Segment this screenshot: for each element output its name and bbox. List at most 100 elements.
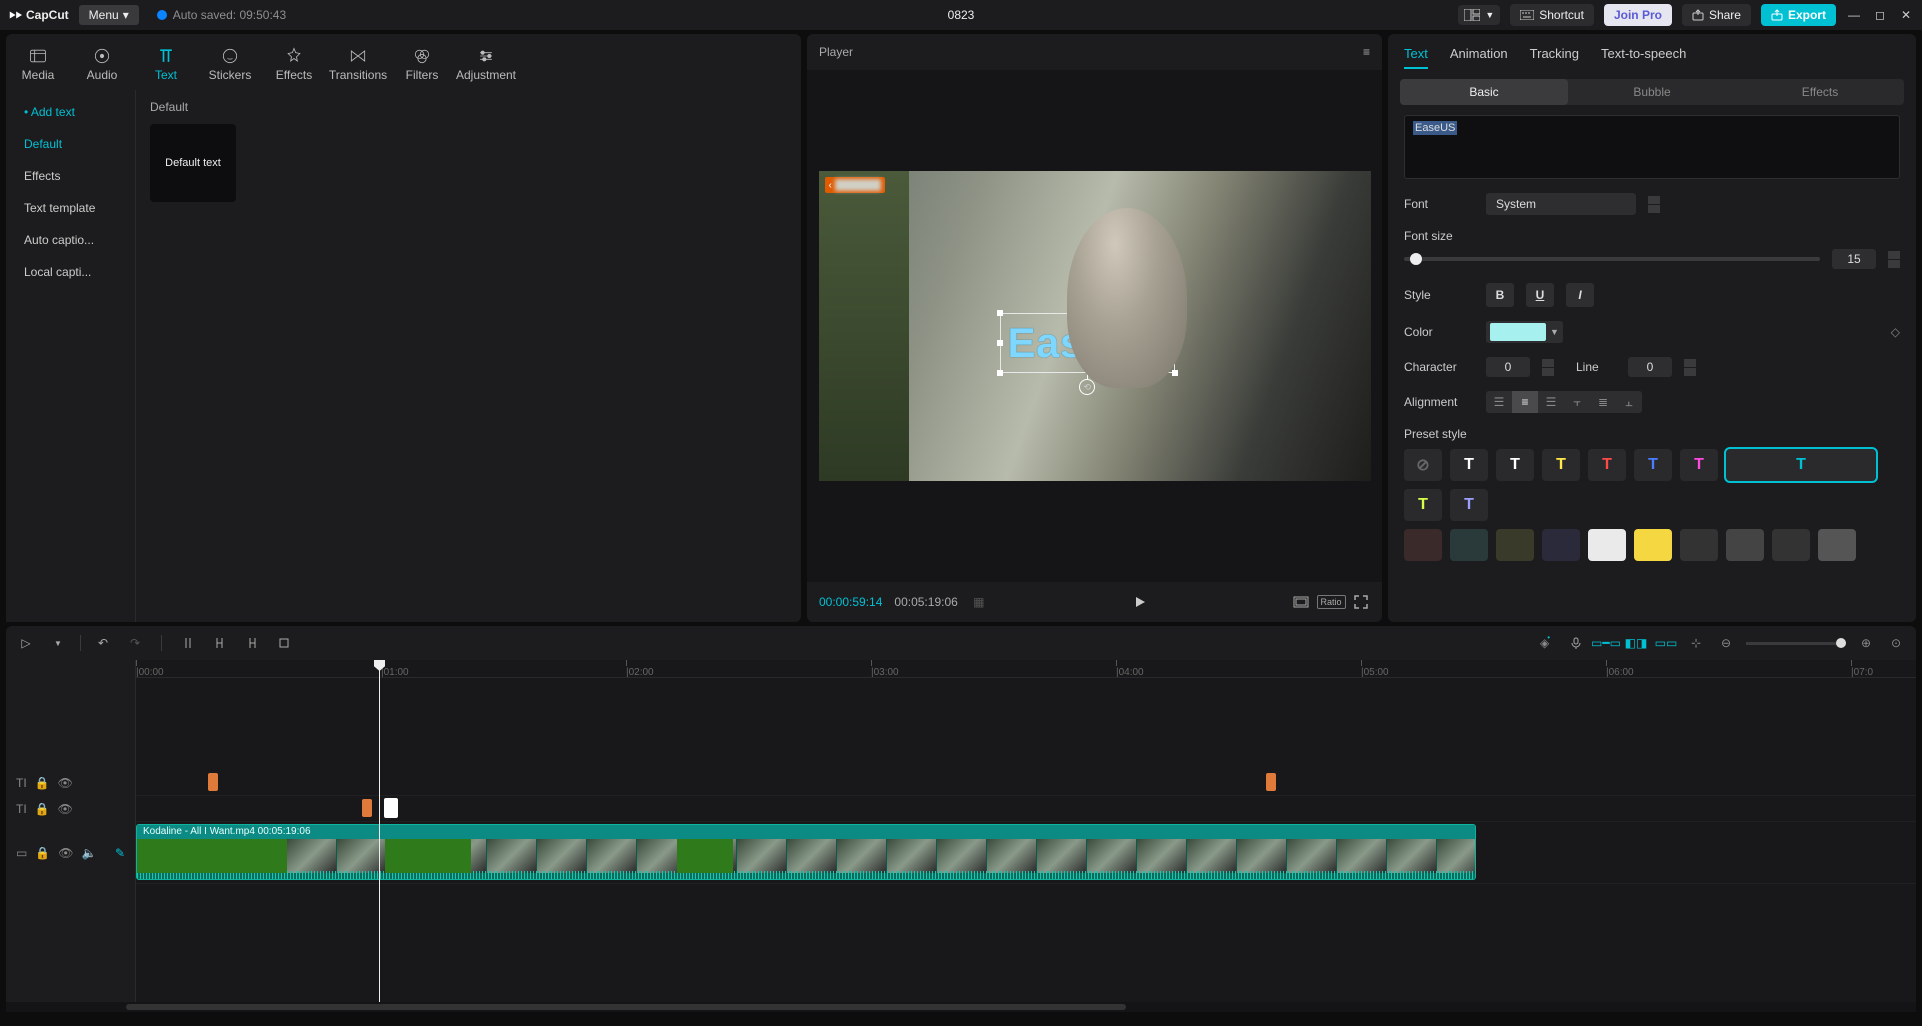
fontsize-value[interactable]: 15 <box>1832 249 1876 269</box>
align-v-mid[interactable]: ≣ <box>1590 391 1616 413</box>
text-clip-selected[interactable] <box>384 798 398 818</box>
tab-media[interactable]: Media <box>6 40 70 90</box>
zoom-slider[interactable] <box>1746 642 1846 645</box>
text-track-head-1[interactable]: TI 🔒 👁 <box>6 770 135 796</box>
line-stepper[interactable] <box>1684 359 1696 376</box>
resize-handle-tr[interactable] <box>1172 310 1178 316</box>
tab-stickers[interactable]: Stickers <box>198 40 262 90</box>
mute-icon[interactable]: 🔈 <box>82 846 97 860</box>
color-keyframe-icon[interactable]: ◇ <box>1891 325 1900 339</box>
sidebar-item-auto-captions[interactable]: Auto captio... <box>14 226 127 254</box>
trim-right-tool[interactable] <box>242 633 262 653</box>
split-tool[interactable] <box>178 633 198 653</box>
eye-icon[interactable]: 👁 <box>58 776 73 790</box>
sidebar-item-effects[interactable]: Effects <box>14 162 127 190</box>
close-button[interactable]: ✕ <box>1898 7 1914 23</box>
preset-style[interactable] <box>1680 529 1718 561</box>
preset-style[interactable] <box>1542 529 1580 561</box>
preset-style[interactable]: T <box>1680 449 1718 481</box>
preset-style[interactable] <box>1588 529 1626 561</box>
zoom-in[interactable]: ⊕ <box>1856 633 1876 653</box>
tab-adjustment[interactable]: Adjustment <box>454 40 518 90</box>
minimize-button[interactable]: — <box>1846 7 1862 23</box>
tab-transitions[interactable]: Transitions <box>326 40 390 90</box>
lock-icon[interactable]: 🔒 <box>35 776 50 790</box>
share-button[interactable]: Share <box>1682 4 1751 26</box>
trim-left-tool[interactable] <box>210 633 230 653</box>
join-pro-button[interactable]: Join Pro <box>1604 4 1672 26</box>
text-content-input[interactable]: EaseUS <box>1404 115 1900 179</box>
text-overlay[interactable]: EaseUS ⟲ <box>1004 317 1171 369</box>
sidebar-item-add-text[interactable]: • Add text <box>14 98 127 126</box>
subtab-bubble[interactable]: Bubble <box>1568 79 1736 105</box>
eye-icon[interactable]: 👁 <box>58 802 73 816</box>
preset-style[interactable] <box>1634 529 1672 561</box>
resize-handle-mr[interactable] <box>1172 340 1178 346</box>
default-text-thumb[interactable]: Default text <box>150 124 236 202</box>
preview-axis[interactable]: ⊹ <box>1686 633 1706 653</box>
undo-button[interactable]: ↶ <box>93 633 113 653</box>
maximize-button[interactable]: ◻ <box>1872 7 1888 23</box>
text-clip[interactable] <box>1266 773 1276 791</box>
zoom-fit[interactable]: ⊙ <box>1886 633 1906 653</box>
layout-button[interactable]: ▼ <box>1458 5 1500 25</box>
video-track[interactable]: Kodaline - All I Want.mp4 00:05:19:06 <box>136 822 1916 884</box>
align-left[interactable]: ☰ <box>1486 391 1512 413</box>
inspector-tab-animation[interactable]: Animation <box>1450 46 1508 69</box>
pointer-tool[interactable]: ▷ <box>16 633 36 653</box>
sidebar-item-text-template[interactable]: Text template <box>14 194 127 222</box>
resize-handle-bl[interactable] <box>997 370 1003 376</box>
align-v-bot[interactable]: ⫠ <box>1616 391 1642 413</box>
zoom-out[interactable]: ⊖ <box>1716 633 1736 653</box>
mic-tool[interactable] <box>1566 633 1586 653</box>
align-v-top[interactable]: ⫟ <box>1564 391 1590 413</box>
preset-style[interactable]: T <box>1542 449 1580 481</box>
preset-style[interactable]: T <box>1450 449 1488 481</box>
preset-style[interactable]: T <box>1496 449 1534 481</box>
preset-style[interactable] <box>1496 529 1534 561</box>
safe-zone-icon[interactable] <box>1292 593 1310 611</box>
preset-style[interactable] <box>1404 529 1442 561</box>
preset-style[interactable] <box>1726 529 1764 561</box>
preset-style[interactable]: T <box>1588 449 1626 481</box>
sidebar-item-default[interactable]: Default <box>14 130 127 158</box>
redo-button[interactable]: ↷ <box>125 633 145 653</box>
tab-filters[interactable]: Filters <box>390 40 454 90</box>
text-clip[interactable] <box>362 799 372 817</box>
fullscreen-icon[interactable] <box>1352 593 1370 611</box>
text-clip[interactable] <box>208 773 218 791</box>
lock-icon[interactable]: 🔒 <box>35 846 50 860</box>
text-track-1[interactable] <box>136 770 1916 796</box>
text-track-head-2[interactable]: TI 🔒 👁 <box>6 796 135 822</box>
preset-style[interactable]: T <box>1634 449 1672 481</box>
resize-handle-br[interactable] <box>1172 370 1178 376</box>
fontsize-stepper[interactable] <box>1888 251 1900 268</box>
playhead[interactable] <box>379 660 380 1002</box>
character-stepper[interactable] <box>1542 359 1554 376</box>
align-right[interactable]: ☰ <box>1538 391 1564 413</box>
shortcut-button[interactable]: Shortcut <box>1510 4 1594 26</box>
italic-button[interactable]: I <box>1566 283 1594 307</box>
sidebar-item-local-captions[interactable]: Local capti... <box>14 258 127 286</box>
pointer-dropdown[interactable]: ▼ <box>48 633 68 653</box>
subtab-effects[interactable]: Effects <box>1736 79 1904 105</box>
inspector-tab-text[interactable]: Text <box>1404 46 1428 69</box>
video-track-head[interactable]: ▭ 🔒 👁 🔈 ✎ <box>6 822 135 884</box>
linked-selection[interactable]: ▭▭ <box>1656 633 1676 653</box>
video-clip[interactable]: Kodaline - All I Want.mp4 00:05:19:06 <box>136 824 1476 880</box>
font-select[interactable]: System <box>1486 193 1636 215</box>
bold-button[interactable]: B <box>1486 283 1514 307</box>
crop-tool[interactable] <box>274 633 294 653</box>
timeline-scrollbar[interactable] <box>6 1002 1916 1012</box>
tab-audio[interactable]: Audio <box>70 40 134 90</box>
character-value[interactable]: 0 <box>1486 357 1530 377</box>
time-ruler[interactable]: |00:00|01:00|02:00|03:00|04:00|05:00|06:… <box>136 660 1916 678</box>
snap-main-track[interactable]: ▭━▭ <box>1596 633 1616 653</box>
underline-button[interactable]: U <box>1526 283 1554 307</box>
view-grid-icon[interactable]: ▦ <box>970 593 988 611</box>
menu-button[interactable]: Menu ▾ <box>79 5 139 25</box>
ratio-button[interactable]: Ratio <box>1322 593 1340 611</box>
preset-style[interactable]: T <box>1450 489 1488 521</box>
player-more-icon[interactable]: ≡ <box>1363 45 1370 59</box>
timeline-canvas[interactable]: |00:00|01:00|02:00|03:00|04:00|05:00|06:… <box>136 660 1916 1002</box>
